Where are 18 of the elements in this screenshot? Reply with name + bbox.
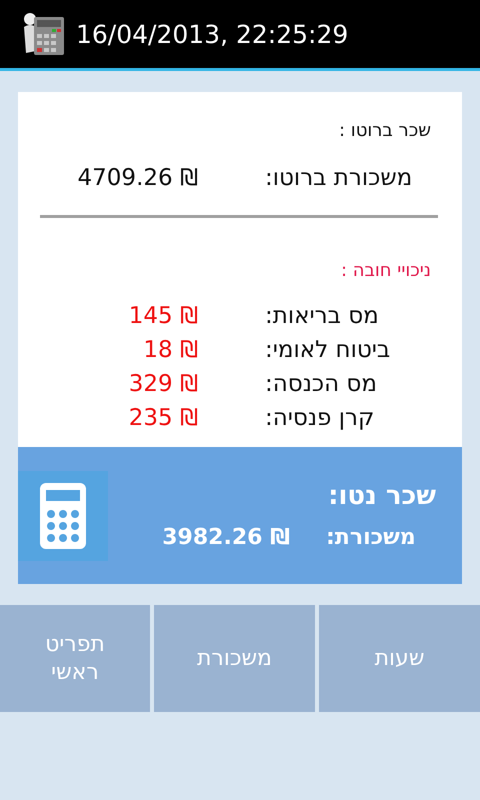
field-label: מס הכנסה: [265,371,377,397]
amount: 329 ₪ [128,371,198,397]
field-label: משכורת: [326,525,416,550]
nav-button[interactable]: תפריט ראשי [0,605,150,712]
field-label: מס בריאות: [265,303,379,329]
net-heading: שכר נטו: [327,481,437,511]
field-label: ביטוח לאומי: [265,337,390,363]
amount: 18 ₪ [142,337,198,363]
calculator-icon [40,482,86,548]
net-amount: 3982.26 ₪ [161,525,290,550]
amount: 235 ₪ [128,405,198,431]
amount: 145 ₪ [128,303,198,329]
amount: 4709.26 ₪ [76,165,198,191]
field-label: משכורת ברוטו: [265,165,412,191]
field-label: קרן פנסיה: [265,405,374,431]
date-time: 16/04/2013, 22:25:29 [76,20,348,48]
section-heading: ניכויי חובה : [340,260,432,281]
section-heading: שכר ברוטו : [338,120,432,141]
